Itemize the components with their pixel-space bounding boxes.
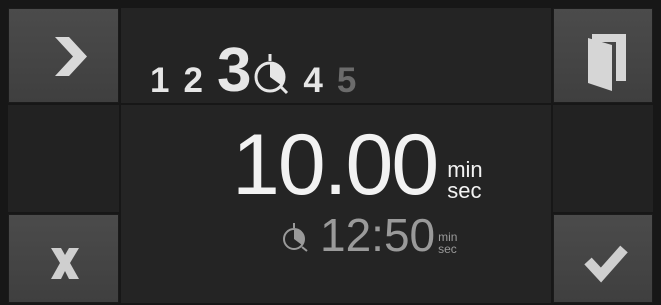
confirm-button[interactable] xyxy=(553,214,653,303)
end-time-timer-icon xyxy=(282,222,310,252)
step-5[interactable]: 5 xyxy=(337,63,356,98)
step-2[interactable]: 2 xyxy=(183,63,202,98)
timer-units: min sec xyxy=(447,159,482,204)
chevron-right-icon xyxy=(55,37,87,76)
book-icon xyxy=(588,34,626,91)
step-1[interactable]: 1 xyxy=(150,63,169,98)
next-button[interactable] xyxy=(8,8,119,103)
close-icon xyxy=(51,248,79,279)
step-indicator: 1 2 3 4 5 xyxy=(150,28,370,102)
step-3[interactable]: 3 xyxy=(217,40,251,102)
step-4[interactable]: 4 xyxy=(303,63,322,98)
timer-icon xyxy=(253,52,293,96)
left-side-panel xyxy=(8,105,119,212)
end-time-display: 12:50 min sec xyxy=(282,212,457,258)
timer-value: 10.00 xyxy=(232,117,439,213)
unit-sec: sec xyxy=(447,178,482,204)
cooking-timer-screen: 1 2 3 4 5 10.00 min sec 12:50 min sec xyxy=(0,0,661,305)
book-button[interactable] xyxy=(553,8,653,103)
end-time-units: min sec xyxy=(438,231,457,256)
timer-display[interactable]: 10.00 min sec xyxy=(232,122,483,208)
right-side-panel xyxy=(553,105,653,212)
checkmark-icon xyxy=(584,245,628,283)
end-unit-sec: sec xyxy=(438,241,457,256)
cancel-button[interactable] xyxy=(8,214,119,303)
end-time-value: 12:50 xyxy=(320,209,436,261)
